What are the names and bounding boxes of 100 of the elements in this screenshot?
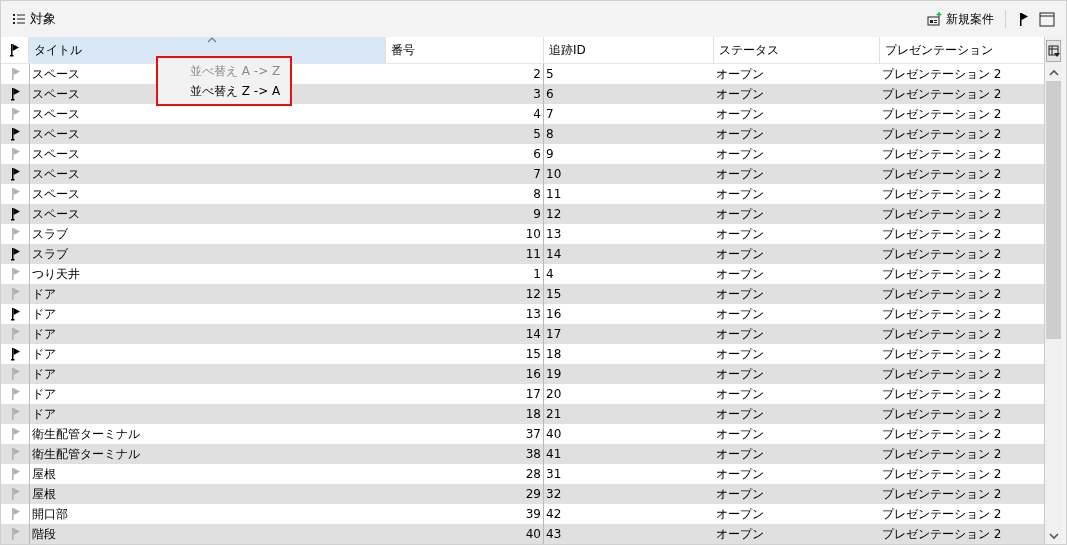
table-cell-text: プレゼンテーション 2 (881, 145, 1003, 163)
window-icon (1039, 11, 1055, 27)
flag-outline-icon[interactable] (9, 267, 21, 281)
flag-outline-icon[interactable] (9, 367, 21, 381)
table-cell-text: オープン (715, 405, 765, 423)
table-cell-text: プレゼンテーション 2 (881, 165, 1003, 183)
flag-outline-icon[interactable] (9, 487, 21, 501)
table-cell-text: プレゼンテーション 2 (881, 465, 1003, 483)
table-cell-text: プレゼンテーション 2 (881, 185, 1003, 203)
table-cell-text: オープン (715, 285, 765, 303)
table-cell: ドア (29, 364, 386, 384)
flag-icon[interactable] (9, 127, 21, 141)
table-cell: ドア (29, 284, 386, 304)
panel-title: 対象 (30, 10, 56, 28)
table-cell-text: 31 (545, 466, 563, 483)
table-cell-text: 19 (545, 366, 563, 383)
table-cell: 屋根 (29, 484, 386, 504)
chevron-down-icon (1048, 532, 1059, 540)
table-cell-text: プレゼンテーション 2 (881, 365, 1003, 383)
table-cell-text: プレゼンテーション 2 (881, 285, 1003, 303)
table-cell-text: プレゼンテーション 2 (881, 405, 1003, 423)
table-cell-text: オープン (715, 325, 765, 343)
column-header[interactable]: ステータス (714, 37, 880, 63)
list-icon (12, 12, 26, 26)
table-cell-text: 4 (545, 266, 555, 283)
flag-outline-icon[interactable] (9, 187, 21, 201)
flag-outline-icon[interactable] (9, 287, 21, 301)
table-cell-text: オープン (715, 225, 765, 243)
table-cell-text: 40 (545, 426, 563, 443)
flag-icon[interactable] (9, 167, 21, 181)
flag-outline-icon[interactable] (9, 467, 21, 481)
table-cell-text: 42 (545, 506, 563, 523)
table-cell-text: オープン (715, 245, 765, 263)
table-cell-text: オープン (715, 105, 765, 123)
table-cell: 14 (386, 324, 544, 344)
flag-outline-icon[interactable] (9, 427, 21, 441)
table-cell-text: オープン (715, 445, 765, 463)
column-header[interactable]: 追跡ID (544, 37, 714, 63)
table-cell-text: 43 (545, 526, 563, 543)
table-cell: 18 (386, 404, 544, 424)
table-icon (1047, 44, 1060, 58)
new-document-icon (927, 12, 942, 26)
flag-icon[interactable] (9, 43, 20, 57)
table-cell-text: 21 (545, 406, 563, 423)
flag-outline-icon[interactable] (9, 527, 21, 541)
table-cell: 11 (386, 244, 544, 264)
table-cell-text: 12 (545, 206, 563, 223)
table-cell-text: プレゼンテーション 2 (881, 325, 1003, 343)
table-cell: 階段 (29, 524, 386, 544)
table-cell-text: プレゼンテーション 2 (881, 385, 1003, 403)
flag-outline-icon[interactable] (9, 227, 21, 241)
table-cell-text: 7 (545, 106, 555, 123)
table-cell: スペース (29, 164, 386, 184)
flag-outline-icon[interactable] (9, 387, 21, 401)
column-header[interactable]: タイトル (29, 37, 386, 63)
flag-outline-icon[interactable] (9, 447, 21, 461)
flag-outline-icon[interactable] (9, 107, 21, 121)
menu-item[interactable]: 並べ替え Z -> A (158, 81, 290, 101)
table-cell-text: オープン (715, 165, 765, 183)
flag-icon[interactable] (9, 87, 21, 101)
flag-outline-icon[interactable] (9, 407, 21, 421)
table-cell: 5 (386, 124, 544, 144)
table-cell-text: オープン (715, 425, 765, 443)
table-cell: 16 (386, 364, 544, 384)
table-cell-text: 41 (545, 446, 563, 463)
table-cell: ドア (29, 324, 386, 344)
table-cell-text: プレゼンテーション 2 (881, 245, 1003, 263)
flag-icon (1017, 12, 1029, 26)
flag-icon[interactable] (9, 307, 21, 321)
table-cell-text: オープン (715, 385, 765, 403)
flag-outline-icon[interactable] (9, 327, 21, 341)
table-cell-text: オープン (715, 345, 765, 363)
table-cell-text: 8 (545, 126, 555, 143)
table-cell-text: プレゼンテーション 2 (881, 65, 1003, 83)
flag-icon[interactable] (9, 247, 21, 261)
table-cell-text: オープン (715, 205, 765, 223)
table-cell: 29 (386, 484, 544, 504)
table-cell: 12 (386, 284, 544, 304)
new-case-button[interactable]: 新規案件 (924, 8, 997, 30)
flag-outline-icon[interactable] (9, 67, 21, 81)
scrollbar-thumb[interactable] (1046, 81, 1061, 339)
table-cell-text: プレゼンテーション 2 (881, 485, 1003, 503)
table-cell-text: プレゼンテーション 2 (881, 305, 1003, 323)
menu-item: 並べ替え A -> Z (158, 61, 290, 81)
table-cell: 38 (386, 444, 544, 464)
column-header[interactable]: 番号 (386, 37, 544, 63)
flag-outline-icon[interactable] (9, 507, 21, 521)
column-chooser-button[interactable] (1046, 40, 1061, 62)
table-cell: 7 (386, 164, 544, 184)
flag-icon[interactable] (9, 347, 21, 361)
table-cell-text: オープン (715, 145, 765, 163)
table-cell-text: 6 (545, 86, 555, 103)
flag-outline-icon[interactable] (9, 147, 21, 161)
table-cell-text: 9 (545, 146, 555, 163)
flag-icon[interactable] (9, 207, 21, 221)
table-cell: スラブ (29, 244, 386, 264)
table-cell-text: オープン (715, 465, 765, 483)
table-cell-text: 13 (545, 226, 563, 243)
table-cell-text: オープン (715, 265, 765, 283)
table-cell-text: プレゼンテーション 2 (881, 85, 1003, 103)
